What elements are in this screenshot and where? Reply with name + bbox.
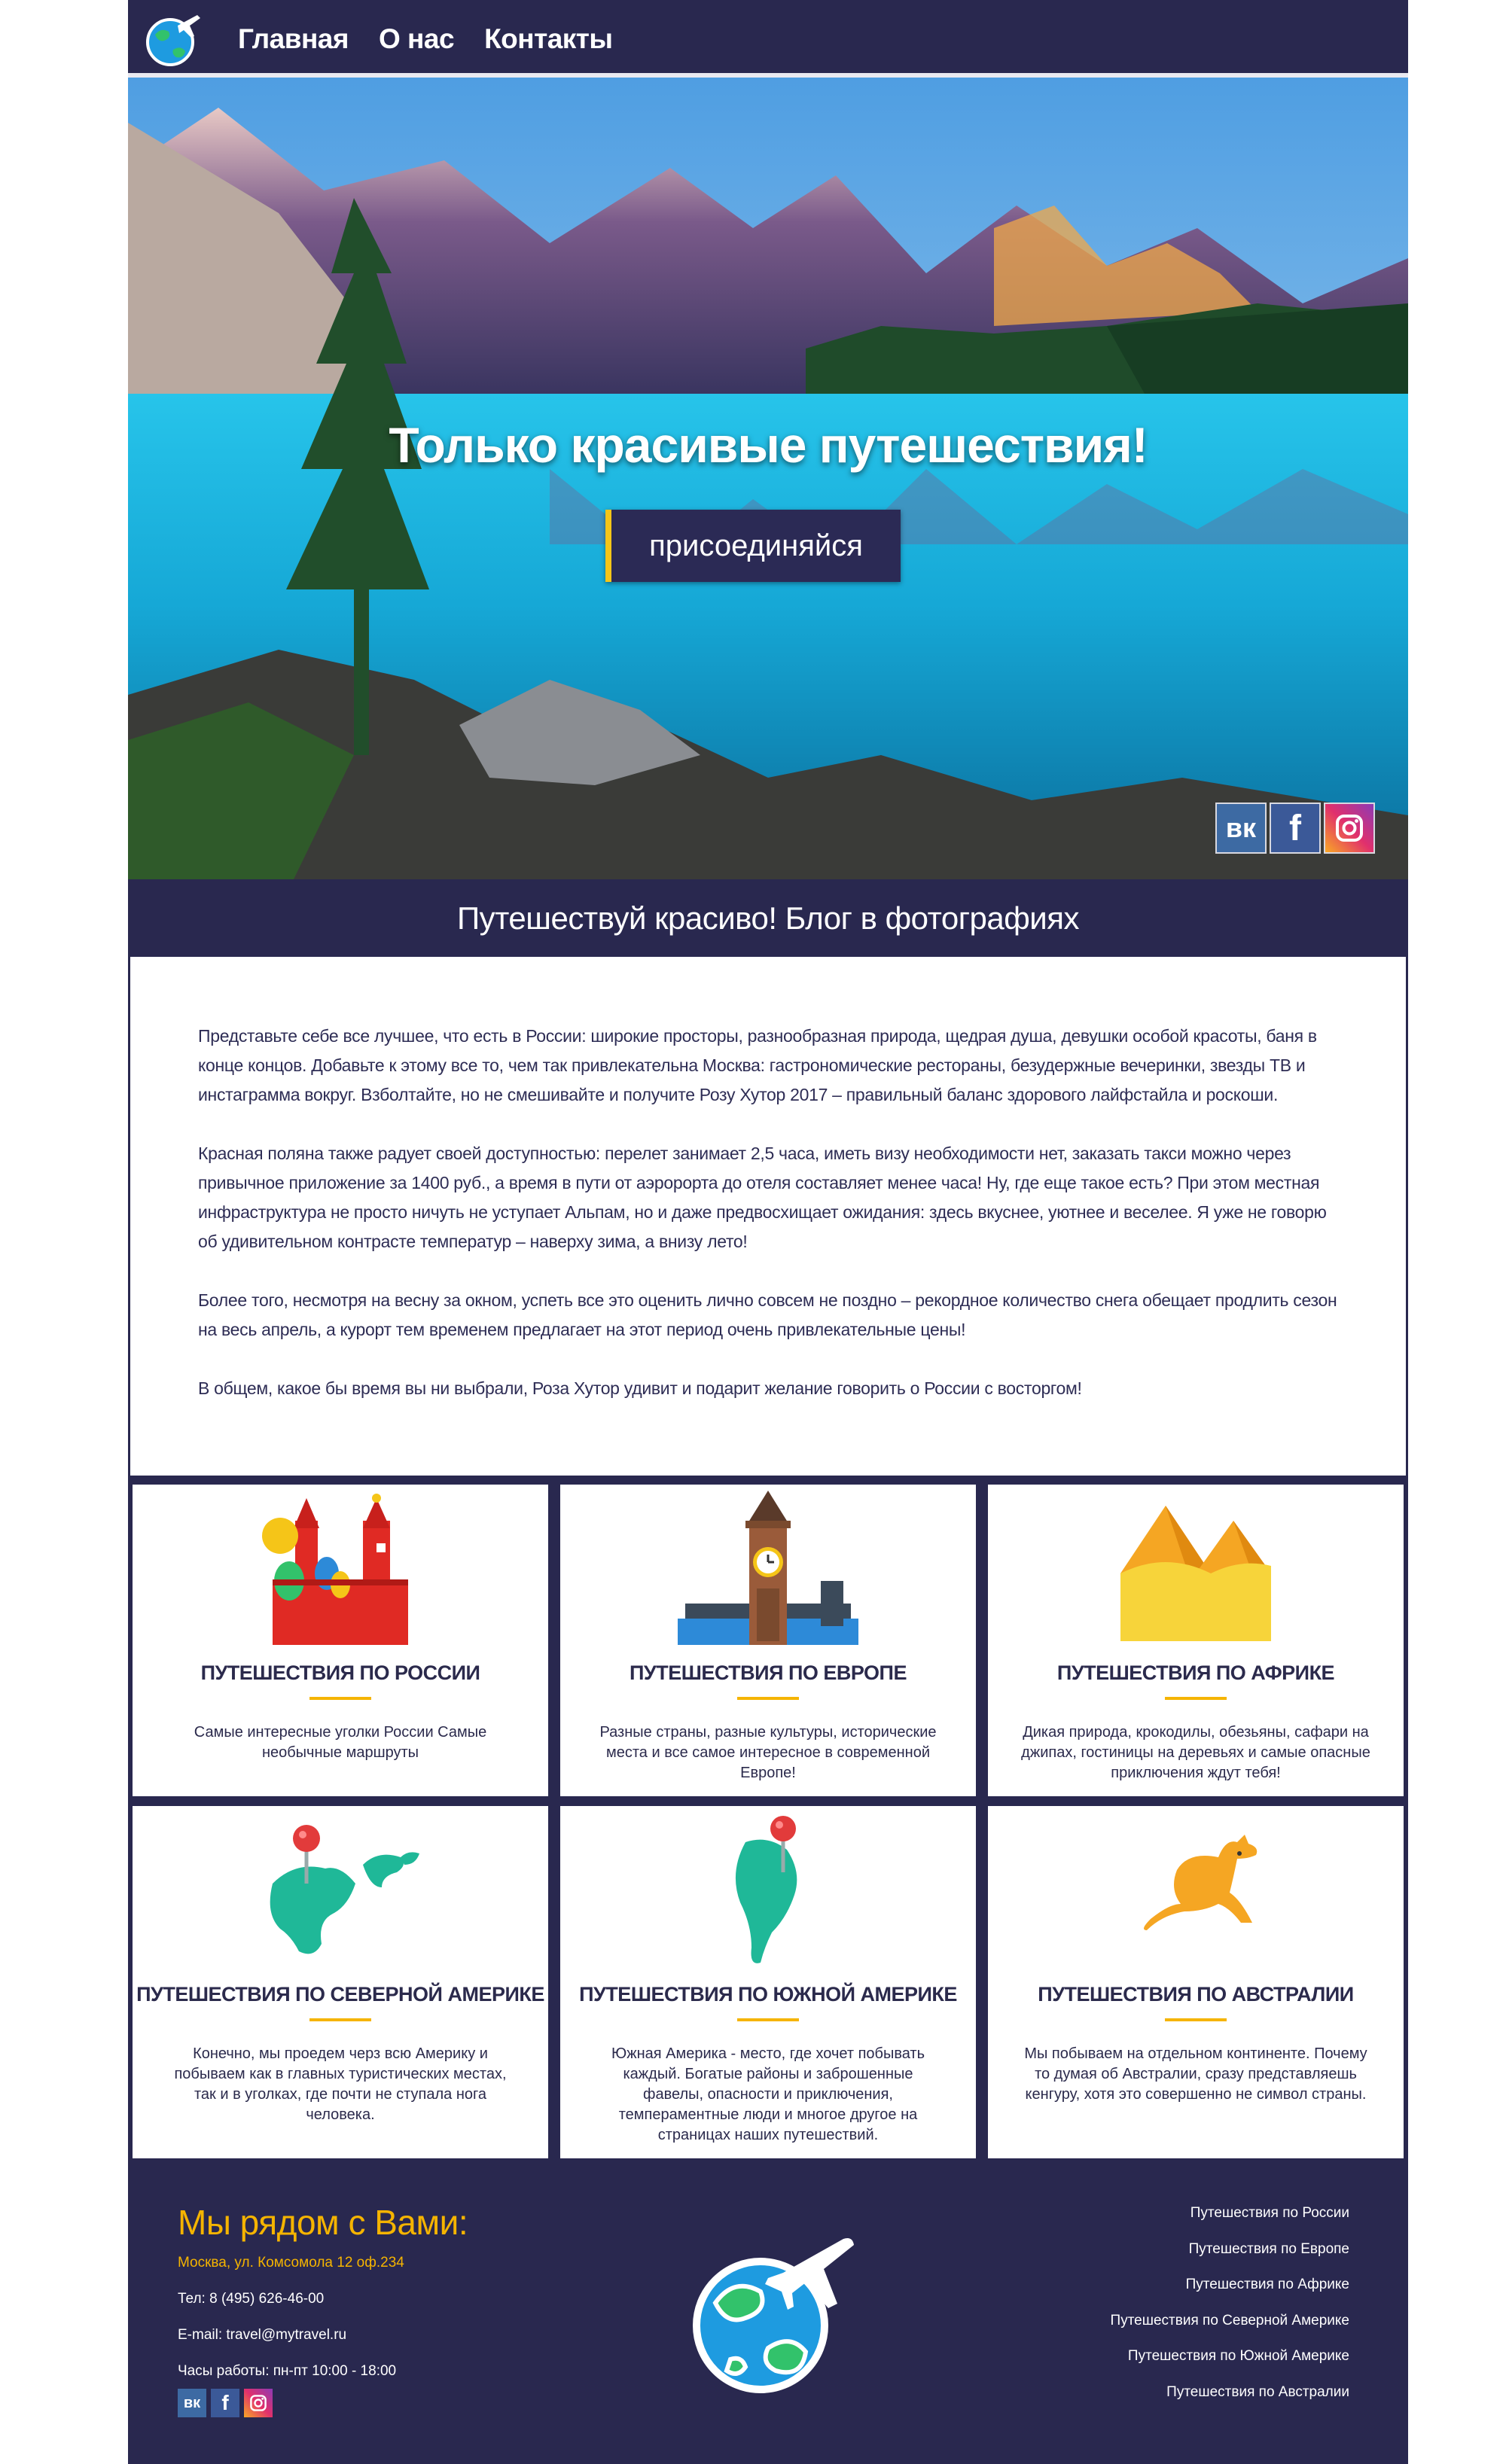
hero-banner: Только красивые путешествия! присоединяй…	[128, 78, 1408, 879]
card-title: ПУТЕШЕСТВИЯ ПО ЮЖНОЙ АМЕРИКЕ	[579, 1983, 957, 2006]
card-europe[interactable]: ПУТЕШЕСТВИЯ ПО ЕВРОПЕ Разные страны, раз…	[560, 1485, 976, 1796]
card-underline	[1165, 1697, 1227, 1700]
card-australia[interactable]: ПУТЕШЕСТВИЯ ПО АВСТРАЛИИ Мы побываем на …	[988, 1806, 1404, 2158]
card-text: Дикая природа, крокодилы, обезьяны, сафа…	[1021, 1724, 1370, 1781]
globe-plane-logo-icon	[693, 2238, 854, 2393]
card-text: Конечно, мы проедем черз всю Америку и п…	[174, 2045, 507, 2123]
kangaroo-icon	[1144, 1835, 1258, 1930]
nav-contacts-link[interactable]: Контакты	[484, 23, 613, 55]
card-text: Южная Америка - место, где хочет побыват…	[611, 2045, 925, 2143]
article-paragraph: Представьте себе все лучшее, что есть в …	[198, 1026, 1317, 1104]
footer-social-links: вк f	[178, 2389, 273, 2417]
footer-email[interactable]: E-mail: travel@mytravel.ru	[178, 2327, 346, 2344]
footer: Мы рядом с Вами: Москва, ул. Комсомола 1…	[128, 2163, 1408, 2464]
card-south-america[interactable]: ПУТЕШЕСТВИЯ ПО ЮЖНОЙ АМЕРИКЕ Южная Амери…	[560, 1806, 976, 2158]
footer-link-north-america[interactable]: Путешествия по Северной Америке	[1111, 2313, 1349, 2349]
footer-link-africa[interactable]: Путешествия по Африке	[1111, 2277, 1349, 2313]
big-ben-icon	[678, 1491, 858, 1645]
globe-plane-logo-icon[interactable]	[145, 9, 205, 69]
article-paragraph: В общем, какое бы время вы ни выбрали, Р…	[198, 1378, 1082, 1398]
card-title: ПУТЕШЕСТВИЯ ПО ЕВРОПЕ	[630, 1661, 907, 1684]
footer-title: Мы рядом с Вами:	[178, 2203, 468, 2242]
footer-link-europe[interactable]: Путешествия по Европе	[1111, 2241, 1349, 2277]
vk-icon[interactable]: вк	[178, 2389, 206, 2417]
footer-link-south-america[interactable]: Путешествия по Южной Америке	[1111, 2348, 1349, 2384]
card-africa[interactable]: ПУТЕШЕСТВИЯ ПО АФРИКЕ Дикая природа, кро…	[988, 1485, 1404, 1796]
nav-home-link[interactable]: Главная	[238, 23, 349, 55]
join-button[interactable]: присоединяйся	[605, 510, 901, 582]
card-russia[interactable]: ПУТЕШЕСТВИЯ ПО РОССИИ Самые интересные у…	[133, 1485, 548, 1796]
card-text: Разные страны, разные культуры, историче…	[599, 1724, 937, 1781]
article-paragraph: Более того, несмотря на весну за окном, …	[198, 1290, 1337, 1339]
footer-link-australia[interactable]: Путешествия по Австралии	[1111, 2384, 1349, 2420]
card-north-america[interactable]: ПУТЕШЕСТВИЯ ПО СЕВЕРНОЙ АМЕРИКЕ Конечно,…	[133, 1806, 548, 2158]
footer-link-russia[interactable]: Путешествия по России	[1111, 2205, 1349, 2241]
blog-heading: Путешествуй красиво! Блог в фотографиях	[128, 879, 1408, 957]
pyramids-icon	[1120, 1506, 1271, 1641]
top-nav: Главная О нас Контакты	[128, 0, 1408, 78]
footer-links: Путешествия по России Путешествия по Евр…	[1111, 2205, 1349, 2420]
kremlin-icon	[262, 1494, 408, 1645]
facebook-icon[interactable]: f	[211, 2389, 239, 2417]
destinations-grid: ПУТЕШЕСТВИЯ ПО РОССИИ Самые интересные у…	[128, 1480, 1408, 2163]
footer-phone: Тел: 8 (495) 626-46-00	[178, 2291, 325, 2307]
card-underline	[1165, 2018, 1227, 2021]
card-text: Самые интересные уголки России Самые нео…	[194, 1724, 487, 1761]
instagram-icon[interactable]	[244, 2389, 273, 2417]
facebook-icon[interactable]: f	[1270, 803, 1321, 854]
page: Главная О нас Контакты Только красивые п…	[128, 0, 1408, 2464]
card-title: ПУТЕШЕСТВИЯ ПО СЕВЕРНОЙ АМЕРИКЕ	[136, 1983, 544, 2006]
footer-hours: Часы работы: пн-пт 10:00 - 18:00	[178, 2363, 397, 2379]
card-underline	[737, 2018, 799, 2021]
card-title: ПУТЕШЕСТВИЯ ПО АФРИКЕ	[1056, 1661, 1335, 1684]
card-title: ПУТЕШЕСТВИЯ ПО РОССИИ	[200, 1661, 480, 1684]
card-text: Мы побываем на отдельном континенте. Поч…	[1024, 2045, 1367, 2103]
hero-social-links: вк f	[1215, 803, 1375, 854]
hero-title: Только красивые путешествия!	[389, 417, 1148, 473]
nav-about-link[interactable]: О нас	[379, 23, 455, 55]
card-underline	[737, 1697, 799, 1700]
card-underline	[309, 2018, 371, 2021]
instagram-icon[interactable]	[1324, 803, 1375, 854]
footer-address: Москва, ул. Комсомола 12 оф.234	[178, 2255, 404, 2271]
card-underline	[309, 1697, 371, 1700]
article-paragraph: Красная поляна также радует своей доступ…	[198, 1144, 1327, 1251]
main-menu: Главная О нас Контакты	[238, 0, 613, 78]
vk-icon[interactable]: вк	[1215, 803, 1267, 854]
blog-article: Представьте себе все лучшее, что есть в …	[128, 957, 1408, 1480]
mountain-lake-image	[128, 78, 1408, 879]
card-title: ПУТЕШЕСТВИЯ ПО АВСТРАЛИИ	[1038, 1983, 1354, 2006]
north-america-map-icon	[270, 1825, 419, 1954]
south-america-map-icon	[735, 1816, 797, 1963]
